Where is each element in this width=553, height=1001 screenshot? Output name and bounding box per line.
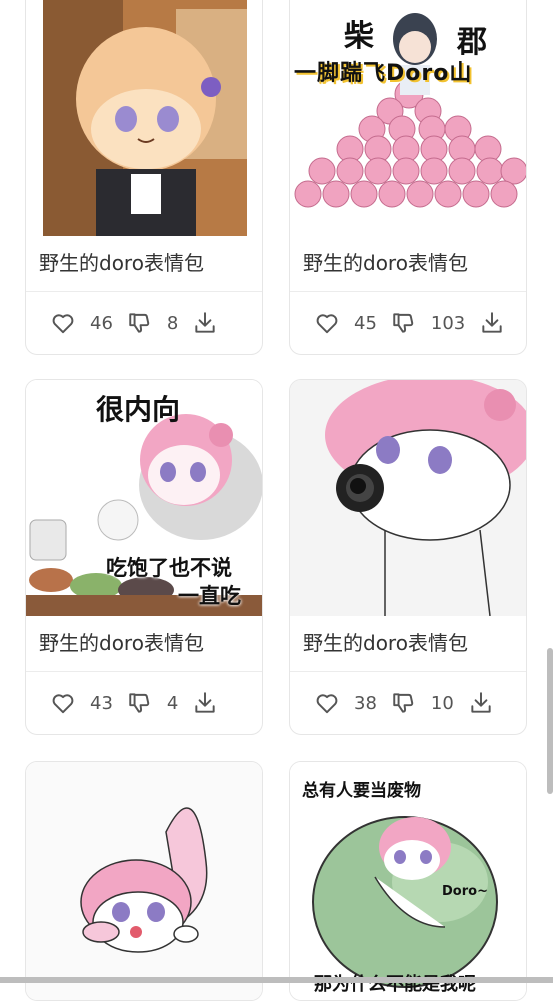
image-caption: Doro~ <box>442 884 488 899</box>
meme-card[interactable]: 总有人要当废物 Doro~ 那为什么不能是我呢 <box>289 761 527 1001</box>
dislike-count: 103 <box>430 312 466 334</box>
card-title: 野生的doro表情包 <box>290 236 526 292</box>
like-count: 43 <box>90 692 113 714</box>
thumbs-down-icon <box>129 313 150 333</box>
heart-icon <box>52 694 74 714</box>
image-caption: 柴 <box>344 19 374 54</box>
like-button[interactable]: 46 <box>50 310 113 336</box>
like-count: 46 <box>90 312 113 334</box>
image-caption: 吃饱了也不说 <box>106 556 232 580</box>
dislike-button[interactable]: 4 <box>127 690 178 716</box>
thumbs-down-icon <box>129 693 150 713</box>
like-button[interactable]: 45 <box>314 310 377 336</box>
meme-card[interactable] <box>25 761 263 1001</box>
like-button[interactable]: 43 <box>50 690 113 716</box>
dislike-count: 8 <box>166 312 179 334</box>
dislike-button[interactable]: 10 <box>391 690 454 716</box>
download-button[interactable] <box>468 690 494 716</box>
download-icon <box>195 312 216 333</box>
meme-image[interactable] <box>26 0 262 236</box>
card-title: 野生的doro表情包 <box>26 236 262 292</box>
dislike-button[interactable]: 103 <box>391 310 465 336</box>
horizontal-scrollbar[interactable] <box>0 977 553 983</box>
download-button[interactable] <box>192 690 218 716</box>
meme-card[interactable]: 野生的doro表情包 46 8 <box>25 0 263 355</box>
meme-image[interactable]: 总有人要当废物 Doro~ 那为什么不能是我呢 <box>290 762 526 1000</box>
image-caption: 总有人要当废物 <box>302 781 421 801</box>
download-button[interactable] <box>192 310 218 336</box>
card-title: 野生的doro表情包 <box>26 616 262 672</box>
like-count: 45 <box>354 312 377 334</box>
thumbs-down-icon <box>393 313 414 333</box>
meme-card[interactable]: 野生的doro表情包 38 10 <box>289 379 527 735</box>
vertical-scrollbar[interactable] <box>547 648 553 794</box>
meme-image[interactable]: 柴 郡 一脚踹飞Doro山 <box>290 0 526 236</box>
dislike-count: 4 <box>166 692 179 714</box>
like-count: 38 <box>354 692 377 714</box>
download-icon <box>482 312 502 333</box>
dislike-count: 10 <box>430 692 454 714</box>
meme-card[interactable]: 很内向 吃饱了也不说 一直吃 野生的doro表情包 43 4 <box>25 379 263 735</box>
image-caption: 一脚踹飞Doro山 <box>294 61 473 86</box>
heart-icon <box>316 694 338 714</box>
image-caption: 那为什么不能是我呢 <box>314 974 476 995</box>
meme-image[interactable] <box>290 380 526 616</box>
dislike-button[interactable]: 8 <box>127 310 178 336</box>
image-caption: 很内向 <box>96 393 181 426</box>
meme-card[interactable]: 柴 郡 一脚踹飞Doro山 野生的doro表情包 45 103 <box>289 0 527 355</box>
heart-icon <box>52 314 74 334</box>
card-title: 野生的doro表情包 <box>290 616 526 672</box>
meme-image[interactable]: 很内向 吃饱了也不说 一直吃 <box>26 380 262 616</box>
download-button[interactable] <box>479 310 505 336</box>
download-icon <box>195 692 216 713</box>
thumbs-down-icon <box>393 693 414 713</box>
like-button[interactable]: 38 <box>314 690 377 716</box>
meme-image[interactable] <box>26 762 262 1000</box>
download-icon <box>471 692 491 713</box>
image-caption: 一直吃 <box>178 584 241 608</box>
heart-icon <box>316 314 338 334</box>
